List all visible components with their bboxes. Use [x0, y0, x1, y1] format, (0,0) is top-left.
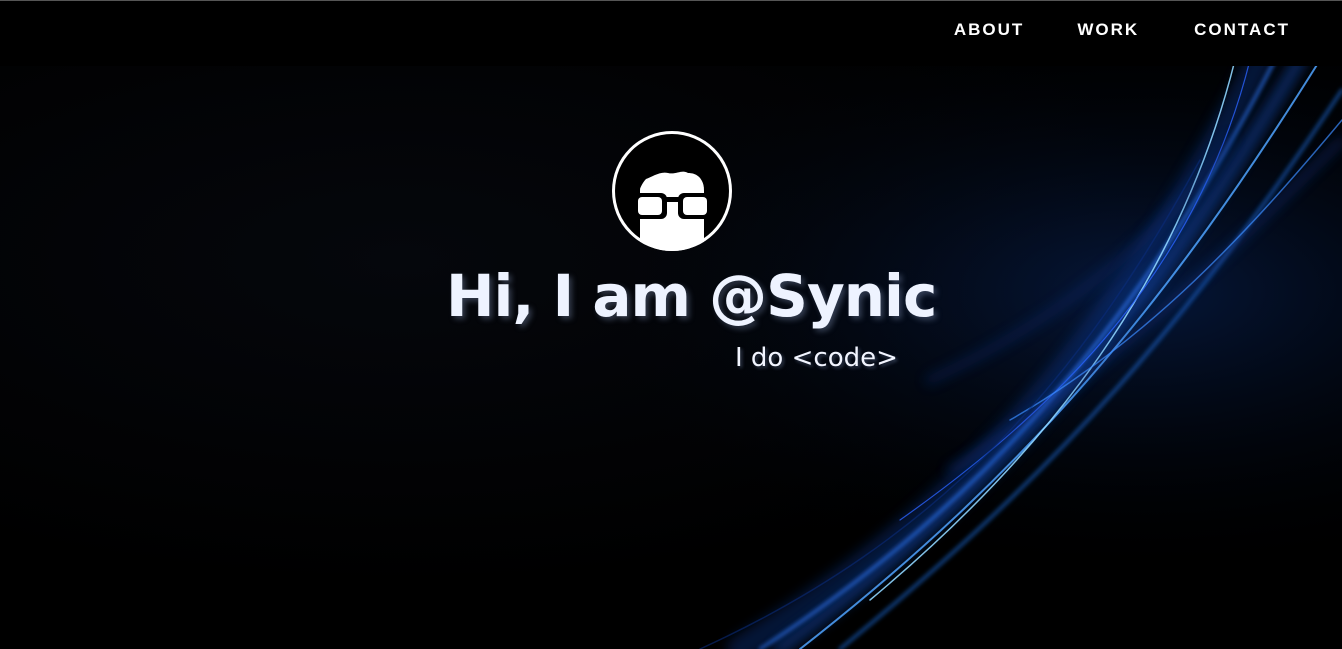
hero-tagline: I do <code>	[735, 343, 898, 373]
top-navigation-bar: ABOUT WORK CONTACT	[0, 1, 1342, 66]
hero-section: Hi, I am @Synic I do <code>	[0, 0, 1342, 649]
nav-link-contact[interactable]: CONTACT	[1194, 20, 1290, 40]
nav-link-work[interactable]: WORK	[1077, 20, 1139, 40]
landing-page: ABOUT WORK CONTACT Hi, I am @Synic I do …	[0, 0, 1342, 649]
nav-link-about[interactable]: ABOUT	[954, 20, 1024, 40]
hero-headline: Hi, I am @Synic	[446, 262, 937, 330]
main-nav: ABOUT WORK CONTACT	[954, 2, 1290, 58]
nerd-glasses-avatar-icon	[612, 131, 732, 251]
